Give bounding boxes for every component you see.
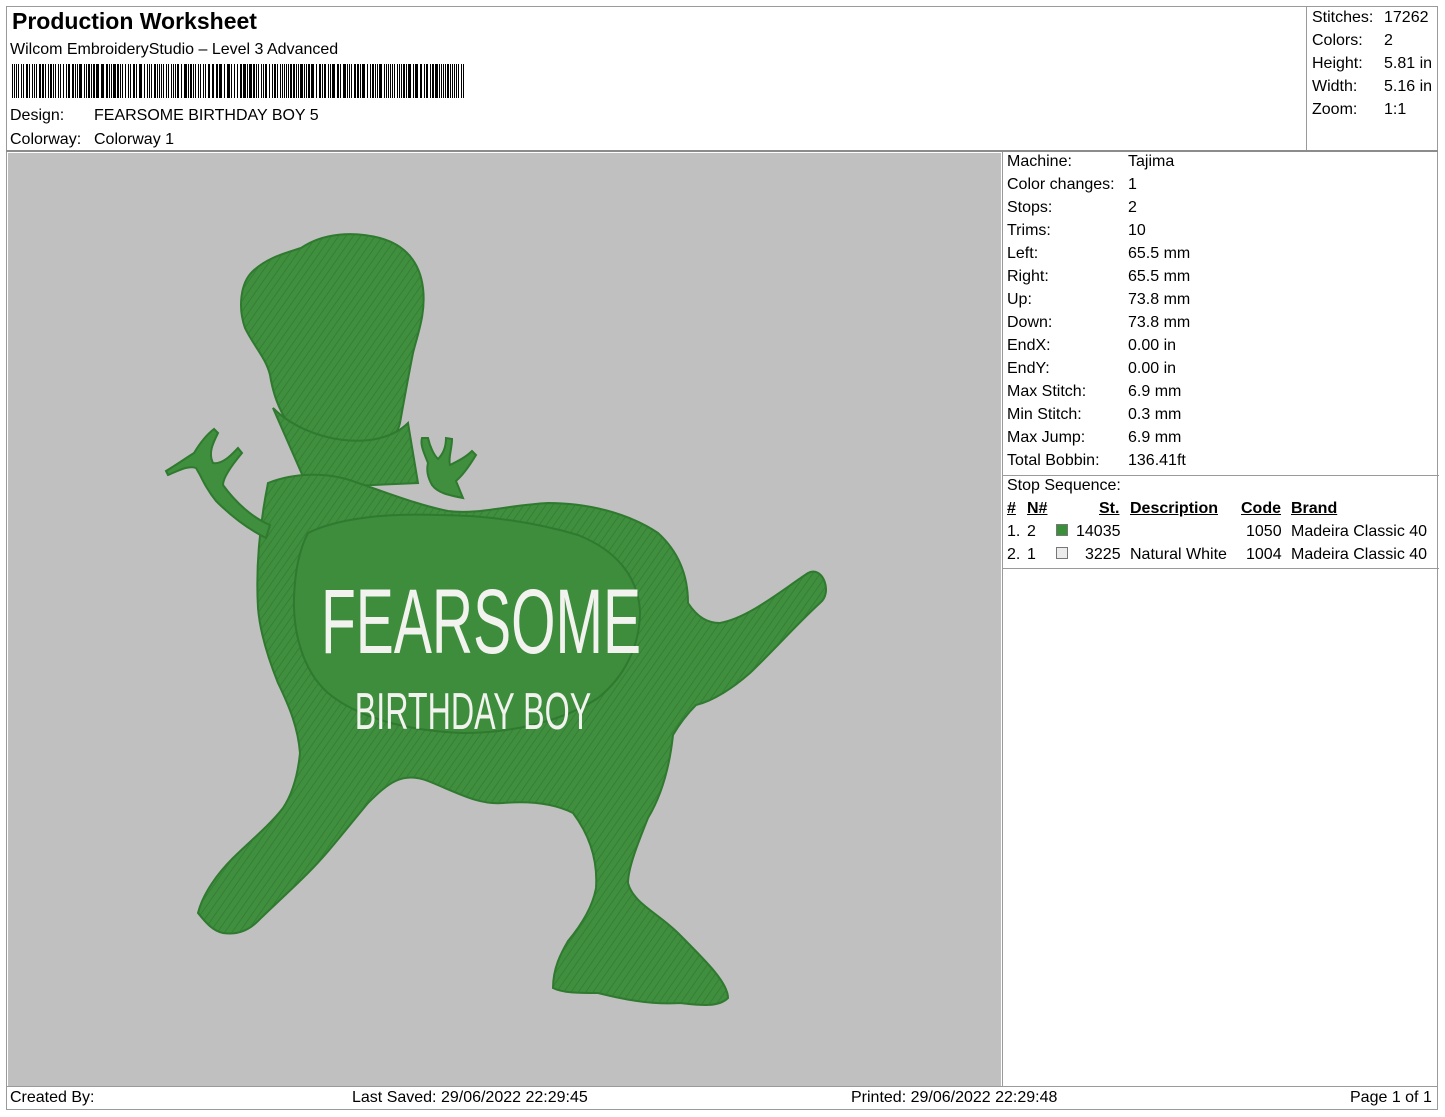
prop-total-bobbin: Total Bobbin: 136.41ft bbox=[1007, 452, 1186, 469]
software-name: Wilcom EmbroideryStudio – Level 3 Advanc… bbox=[10, 41, 339, 58]
design-preview: FEARSOME BIRTHDAY BOY bbox=[8, 153, 1001, 1086]
row-needle: 2 bbox=[1027, 523, 1036, 540]
row-code: 1004 bbox=[1246, 546, 1282, 563]
printed-date: Printed: 29/06/2022 22:29:48 bbox=[851, 1089, 1058, 1106]
row-brand: Madeira Classic 40 bbox=[1291, 546, 1428, 563]
col-code: Code bbox=[1241, 500, 1281, 517]
stop-sequence-title: Stop Sequence: bbox=[1007, 477, 1121, 494]
summary-box: Stitches: 17262 Colors: 2 Height: 5.81 in W… bbox=[1306, 6, 1438, 151]
properties-panel: Machine: Tajima Color changes: 1 Stops: 2 T… bbox=[1002, 152, 1439, 1086]
dinosaur-embroidery: FEARSOME BIRTHDAY BOY bbox=[164, 233, 827, 1006]
colorway-name: Colorway 1 bbox=[94, 131, 175, 148]
barcode bbox=[12, 64, 464, 98]
row-code: 1050 bbox=[1246, 523, 1282, 540]
row-num: 1. bbox=[1007, 523, 1021, 540]
prop-trims: Trims: 10 bbox=[1007, 222, 1146, 239]
prop-max-stitch: Max Stitch: 6.9 mm bbox=[1007, 383, 1182, 400]
prop-right: Right: 65.5 mm bbox=[1007, 268, 1191, 285]
row-needle: 1 bbox=[1027, 546, 1036, 563]
thread-color-swatch bbox=[1056, 547, 1068, 559]
design-label: Design: bbox=[10, 107, 65, 124]
row-stitches: 3225 bbox=[1085, 546, 1121, 563]
page-number: Page 1 of 1 bbox=[1350, 1089, 1432, 1106]
thread-color-swatch bbox=[1056, 524, 1068, 536]
prop-min-stitch: Min Stitch: 0.3 mm bbox=[1007, 406, 1182, 423]
summary-zoom: Zoom: 1:1 bbox=[1312, 101, 1407, 118]
footer-divider bbox=[6, 1086, 1438, 1087]
colorway-row: Colorway: Colorway 1 bbox=[10, 131, 174, 149]
row-brand: Madeira Classic 40 bbox=[1291, 523, 1428, 540]
prop-left: Left: 65.5 mm bbox=[1007, 245, 1191, 262]
col-needle: N# bbox=[1027, 500, 1048, 517]
col-description: Description bbox=[1130, 500, 1219, 517]
summary-height: Height: 5.81 in bbox=[1312, 55, 1433, 72]
prop-endy: EndY: 0.00 in bbox=[1007, 360, 1177, 377]
prop-endx: EndX: 0.00 in bbox=[1007, 337, 1177, 354]
col-num: # bbox=[1007, 500, 1016, 517]
prop-up: Up: 73.8 mm bbox=[1007, 291, 1191, 308]
prop-down: Down: 73.8 mm bbox=[1007, 314, 1191, 331]
summary-colors: Colors: 2 bbox=[1312, 32, 1393, 49]
prop-machine: Machine: Tajima bbox=[1007, 153, 1175, 170]
col-stitches: St. bbox=[1099, 500, 1120, 517]
summary-width: Width: 5.16 in bbox=[1312, 78, 1433, 95]
last-saved: Last Saved: 29/06/2022 22:29:45 bbox=[352, 1089, 588, 1106]
design-name: FEARSOME BIRTHDAY BOY 5 bbox=[94, 107, 319, 124]
panel-divider bbox=[1003, 475, 1439, 476]
row-description: Natural White bbox=[1130, 546, 1227, 563]
col-brand: Brand bbox=[1291, 500, 1338, 517]
row-num: 2. bbox=[1007, 546, 1021, 563]
prop-color-changes: Color changes: 1 bbox=[1007, 176, 1137, 193]
prop-stops: Stops: 2 bbox=[1007, 199, 1137, 216]
page-title: Production Worksheet bbox=[12, 8, 257, 34]
colorway-label: Colorway: bbox=[10, 131, 82, 148]
design-row: Design: FEARSOME BIRTHDAY BOY 5 bbox=[10, 107, 319, 125]
summary-stitches: Stitches: 17262 bbox=[1312, 9, 1429, 26]
row-stitches: 14035 bbox=[1076, 523, 1121, 540]
design-text-line1: FEARSOME bbox=[321, 571, 641, 673]
created-by: Created By: bbox=[10, 1089, 95, 1106]
design-text-line2: BIRTHDAY BOY bbox=[355, 683, 591, 741]
prop-max-jump: Max Jump: 6.9 mm bbox=[1007, 429, 1182, 446]
table-divider bbox=[1003, 568, 1439, 569]
